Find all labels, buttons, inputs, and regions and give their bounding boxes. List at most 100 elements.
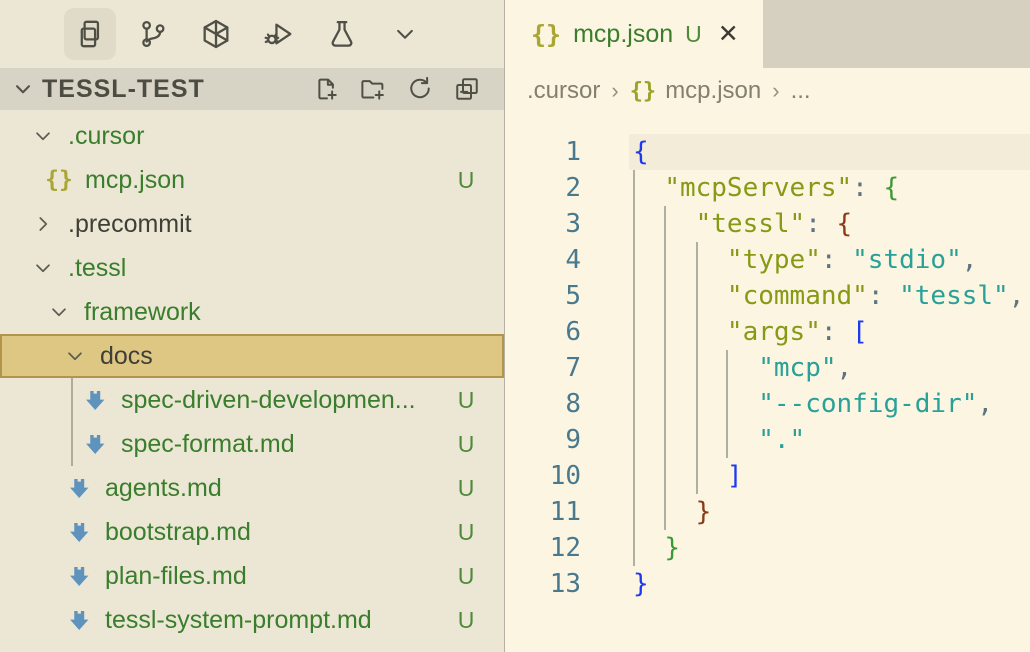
line-number[interactable]: 13 — [505, 566, 581, 602]
tree-item-label: spec-driven-developmen... — [121, 386, 454, 415]
markdown-file-icon — [82, 389, 108, 412]
line-number[interactable]: 12 — [505, 530, 581, 566]
tab-mcp-json[interactable]: {} mcp.json U ✕ — [505, 0, 763, 68]
line-number[interactable]: 2 — [505, 170, 581, 206]
breadcrumb-separator: › — [772, 78, 779, 104]
breadcrumb-item-mcp.json[interactable]: {}mcp.json — [630, 77, 762, 105]
tree-item-label: mcp.json — [85, 166, 454, 195]
tab-git-status-badge: U — [685, 21, 702, 48]
files-icon — [73, 17, 107, 51]
chevron-down-icon — [390, 19, 420, 49]
tree-item-label: plan-files.md — [105, 562, 454, 591]
code-line-1[interactable]: 1{ — [505, 134, 1030, 170]
tree-item-plan-files.md[interactable]: plan-files.mdU — [0, 554, 504, 598]
code-line-8[interactable]: 8 "--config-dir", — [505, 386, 1030, 422]
code-text: "tessl": { — [581, 206, 852, 242]
file-tree: .cursor {}mcp.jsonU.precommit.tessl framew… — [0, 110, 504, 652]
line-number[interactable]: 3 — [505, 206, 581, 242]
git-status-badge: U — [454, 475, 478, 502]
code-text: "command": "tessl", — [581, 278, 1024, 314]
tree-item-.cursor[interactable]: .cursor — [0, 114, 504, 158]
line-number[interactable]: 7 — [505, 350, 581, 386]
code-line-2[interactable]: 2 "mcpServers": { — [505, 170, 1030, 206]
activity-bar — [0, 0, 504, 68]
tree-item-label: docs — [100, 342, 454, 371]
activity-source-control-button[interactable] — [127, 8, 179, 60]
markdown-file-icon — [66, 609, 92, 632]
line-number[interactable]: 1 — [505, 134, 581, 170]
chevron-down-icon — [44, 299, 74, 325]
close-icon[interactable]: ✕ — [718, 19, 739, 49]
code-line-12[interactable]: 12 } — [505, 530, 1030, 566]
sidebar: TESSL-TEST .cursor {}mcp.jsonU.precommit.… — [0, 0, 505, 652]
code-text: "args": [ — [581, 314, 868, 350]
new-folder-button[interactable] — [358, 74, 388, 104]
tree-item-docs[interactable]: docs — [0, 334, 504, 378]
code-line-3[interactable]: 3 "tessl": { — [505, 206, 1030, 242]
tree-item-tessl-system-prompt.md[interactable]: tessl-system-prompt.mdU — [0, 598, 504, 642]
debug-icon — [262, 17, 296, 51]
code-text: "mcpServers": { — [581, 170, 899, 206]
tree-item-label: .cursor — [68, 122, 454, 151]
tree-item-.tessl[interactable]: .tessl — [0, 246, 504, 290]
code-line-13[interactable]: 13} — [505, 566, 1030, 602]
tree-item-label: agents.md — [105, 474, 454, 503]
tree-item-label: spec-format.md — [121, 430, 454, 459]
chevron-right-icon — [28, 211, 58, 237]
tree-item-spec-driven-developmen...[interactable]: spec-driven-developmen...U — [0, 378, 504, 422]
line-number[interactable]: 11 — [505, 494, 581, 530]
code-line-10[interactable]: 10 ] — [505, 458, 1030, 494]
beaker-icon — [325, 17, 359, 51]
activity-extensions-button[interactable] — [190, 8, 242, 60]
git-status-badge: U — [454, 519, 478, 546]
git-status-badge: U — [454, 607, 478, 634]
code-editor[interactable]: 1{2 "mcpServers": {3 "tessl": {4 "type":… — [505, 114, 1030, 652]
markdown-file-icon — [66, 477, 92, 500]
activity-explorer-button[interactable] — [64, 8, 116, 60]
line-number[interactable]: 5 — [505, 278, 581, 314]
git-status-badge: U — [454, 563, 478, 590]
code-text: } — [581, 566, 649, 602]
code-line-7[interactable]: 7 "mcp", — [505, 350, 1030, 386]
line-number[interactable]: 8 — [505, 386, 581, 422]
breadcrumb-item-.cursor[interactable]: .cursor — [527, 77, 600, 105]
line-number[interactable]: 4 — [505, 242, 581, 278]
activity-run-debug-button[interactable] — [253, 8, 305, 60]
tree-item-label: framework — [84, 298, 454, 327]
chevron-down-icon — [10, 76, 36, 102]
code-line-4[interactable]: 4 "type": "stdio", — [505, 242, 1030, 278]
activity-testing-button[interactable] — [316, 8, 368, 60]
code-text: "--config-dir", — [581, 386, 993, 422]
markdown-file-icon — [66, 565, 92, 588]
tree-item-framework[interactable]: framework — [0, 290, 504, 334]
markdown-file-icon — [66, 521, 92, 544]
tree-item-spec-format.md[interactable]: spec-format.mdU — [0, 422, 504, 466]
code-line-5[interactable]: 5 "command": "tessl", — [505, 278, 1030, 314]
line-number[interactable]: 10 — [505, 458, 581, 494]
workspace-title: TESSL-TEST — [42, 75, 311, 104]
tree-item-mcp.json[interactable]: {}mcp.jsonU — [0, 158, 504, 202]
code-line-9[interactable]: 9 "." — [505, 422, 1030, 458]
git-status-badge: U — [454, 387, 478, 414]
code-text: "type": "stdio", — [581, 242, 977, 278]
explorer-actions — [311, 74, 482, 104]
new-file-button[interactable] — [311, 74, 341, 104]
json-file-icon: {} — [531, 20, 561, 49]
tab-label: mcp.json — [573, 20, 673, 49]
explorer-section-header[interactable]: TESSL-TEST — [0, 68, 504, 110]
tree-item-agents.md[interactable]: agents.mdU — [0, 466, 504, 510]
code-line-11[interactable]: 11 } — [505, 494, 1030, 530]
breadcrumb-item-...[interactable]: ... — [791, 77, 811, 105]
code-text: "." — [581, 422, 805, 458]
refresh-button[interactable] — [405, 74, 435, 104]
tree-item-bootstrap.md[interactable]: bootstrap.mdU — [0, 510, 504, 554]
line-number[interactable]: 9 — [505, 422, 581, 458]
breadcrumb-label: ... — [791, 77, 811, 105]
code-line-6[interactable]: 6 "args": [ — [505, 314, 1030, 350]
breadcrumb: .cursor›{}mcp.json›... — [505, 68, 1030, 114]
tree-item-.precommit[interactable]: .precommit — [0, 202, 504, 246]
line-number[interactable]: 6 — [505, 314, 581, 350]
collapse-all-button[interactable] — [452, 74, 482, 104]
activity-more-button[interactable] — [379, 8, 431, 60]
editor-group: {} mcp.json U ✕ .cursor›{}mcp.json›... 1… — [505, 0, 1030, 652]
